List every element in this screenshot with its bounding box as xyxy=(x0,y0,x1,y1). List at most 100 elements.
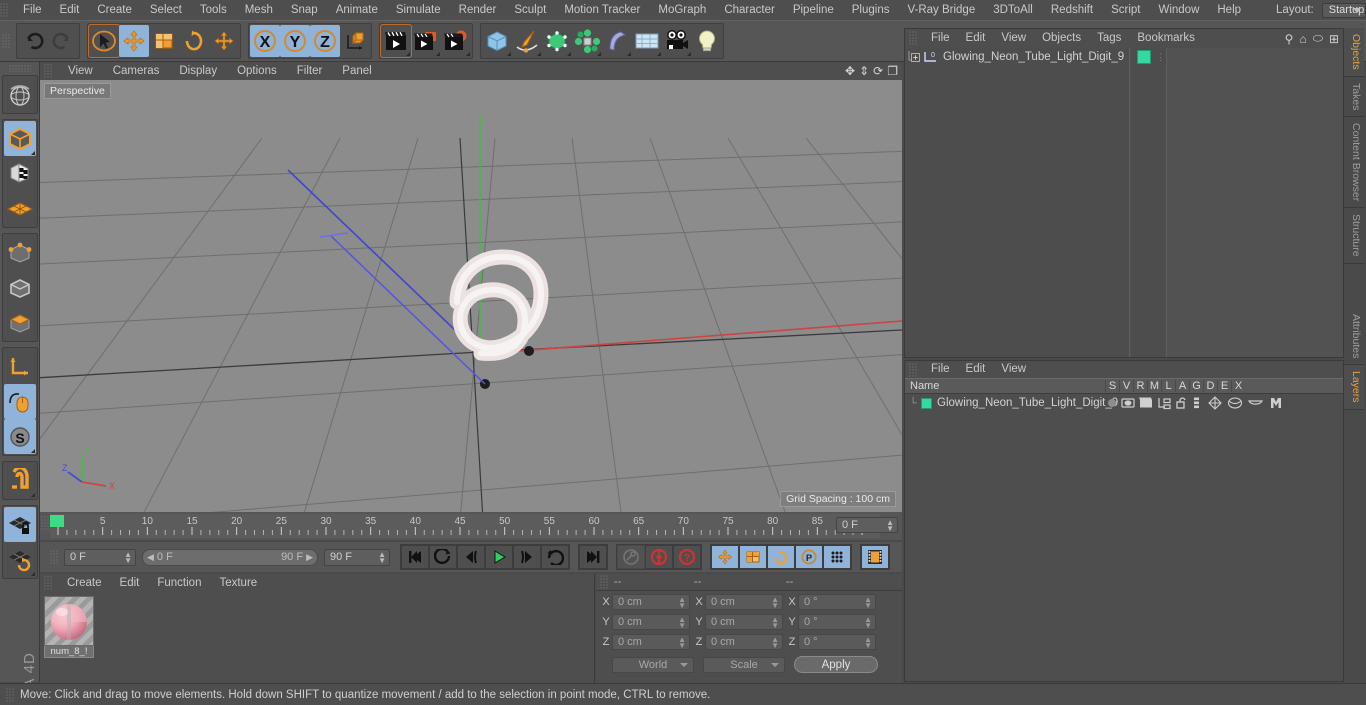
left-toolbar-grip[interactable] xyxy=(8,65,31,72)
frame-start-field[interactable]: 0 F ▲ ▼ xyxy=(64,548,136,566)
play-button[interactable] xyxy=(485,545,513,569)
world-object-axis-button[interactable] xyxy=(340,25,370,57)
coord-rotation-y-field[interactable]: 0 ° ▲ ▼ xyxy=(798,613,876,630)
layout-dropdown[interactable]: Startup xyxy=(1321,2,1366,18)
viewport-menu-options[interactable]: Options xyxy=(227,62,287,80)
menu-grip[interactable] xyxy=(0,3,9,17)
object-manager-grip[interactable] xyxy=(909,31,918,45)
menu-help[interactable]: Help xyxy=(1208,0,1250,20)
layers-col-x[interactable]: X xyxy=(1231,380,1245,392)
ellipse-icon[interactable]: ⬭ xyxy=(1313,31,1323,46)
viewport-solo-button[interactable] xyxy=(3,384,36,419)
spinner-icon[interactable]: ▲ ▼ xyxy=(864,615,872,629)
object-menu-objects[interactable]: Objects xyxy=(1034,29,1089,47)
coord-size-y-field[interactable]: 0 cm ▲ ▼ xyxy=(705,613,783,630)
coord-rotation-x-field[interactable]: 0 ° ▲ ▼ xyxy=(798,593,876,610)
menu-character[interactable]: Character xyxy=(715,0,784,20)
menu-tools[interactable]: Tools xyxy=(191,0,236,20)
object-menu-tags[interactable]: Tags xyxy=(1089,29,1129,47)
coord-position-x-field[interactable]: 0 cm ▲ ▼ xyxy=(612,593,690,610)
maximize-icon[interactable]: ❐ xyxy=(887,63,898,79)
layers-col-l[interactable]: L xyxy=(1161,380,1175,392)
menu-create[interactable]: Create xyxy=(88,0,141,20)
layers-grip[interactable] xyxy=(909,362,918,377)
spinner-icon[interactable]: ▲ ▼ xyxy=(378,550,386,564)
go-to-start-button[interactable] xyxy=(401,545,429,569)
go-to-end-button[interactable] xyxy=(579,545,607,569)
add-floor-button[interactable] xyxy=(632,25,662,57)
range-right-arrow-icon[interactable]: ▶ xyxy=(306,552,313,563)
timeline-ruler[interactable]: 051015202530354045505560657075808590 xyxy=(50,514,880,538)
layers-col-r[interactable]: R xyxy=(1133,380,1147,392)
layers-menu-view[interactable]: View xyxy=(993,361,1034,378)
viewport-menu-panel[interactable]: Panel xyxy=(332,62,381,80)
menu-motion-tracker[interactable]: Motion Tracker xyxy=(555,0,649,20)
point-mode-button[interactable] xyxy=(4,235,36,270)
spinner-icon[interactable]: ▲ ▼ xyxy=(678,595,686,609)
vtab-objects[interactable]: Objects xyxy=(1344,28,1364,77)
record-rotation-button[interactable] xyxy=(767,545,795,569)
spinner-icon[interactable]: ▲ ▼ xyxy=(771,595,779,609)
coordinates-grip[interactable] xyxy=(600,575,609,589)
viewport-grip[interactable] xyxy=(44,64,53,78)
menu-sculpt[interactable]: Sculpt xyxy=(505,0,555,20)
layers-col-a[interactable]: A xyxy=(1175,380,1189,392)
menu-plugins[interactable]: Plugins xyxy=(843,0,899,20)
vtab-content-browser[interactable]: Content Browser xyxy=(1344,117,1364,209)
menu-select[interactable]: Select xyxy=(141,0,191,20)
move-tool[interactable] xyxy=(119,25,149,57)
status-grip[interactable] xyxy=(6,687,15,702)
viewport-menu-display[interactable]: Display xyxy=(169,62,227,80)
render-settings-button[interactable] xyxy=(441,25,471,57)
layers-menu-file[interactable]: File xyxy=(923,361,958,378)
add-camera-button[interactable] xyxy=(662,25,692,57)
add-light-button[interactable] xyxy=(692,25,722,57)
render-view-button[interactable] xyxy=(380,24,412,58)
timeline-grip[interactable] xyxy=(41,516,50,530)
menu-3dtoall[interactable]: 3DToAll xyxy=(984,0,1042,20)
add-array-button[interactable] xyxy=(572,25,602,57)
undo-button[interactable] xyxy=(18,25,48,57)
layers-col-s[interactable]: S xyxy=(1105,380,1119,392)
spinner-icon[interactable]: ▲ ▼ xyxy=(678,615,686,629)
toolbar-grip[interactable] xyxy=(2,34,11,48)
frame-end-field[interactable]: 90 F ▲ ▼ xyxy=(324,548,390,566)
model-mode-button[interactable] xyxy=(3,121,36,156)
menu-edit[interactable]: Edit xyxy=(51,0,89,20)
spinner-icon[interactable]: ▲ ▼ xyxy=(771,615,779,629)
polygon-grid-mode-button[interactable] xyxy=(4,191,36,226)
menu-render[interactable]: Render xyxy=(450,0,506,20)
vtab-attributes[interactable]: Attributes xyxy=(1344,307,1364,366)
material-thumbnail[interactable] xyxy=(44,596,94,646)
record-pla-button[interactable] xyxy=(823,545,851,569)
polygon-mode-button[interactable] xyxy=(4,305,36,340)
record-position-button[interactable] xyxy=(711,545,739,569)
coord-rotation-z-field[interactable]: 0 ° ▲ ▼ xyxy=(798,633,876,650)
vtab-structure[interactable]: Structure xyxy=(1344,208,1364,264)
timeline-view-button[interactable] xyxy=(861,545,889,569)
vtab-takes[interactable]: Takes xyxy=(1344,76,1364,118)
menu-animate[interactable]: Animate xyxy=(327,0,387,20)
playback-range-bar[interactable]: ◀ 0 F 90 F ▶ xyxy=(142,548,318,566)
spinner-icon[interactable]: ▲ ▼ xyxy=(864,635,872,649)
rotate-tool[interactable] xyxy=(179,25,209,57)
coord-position-y-field[interactable]: 0 cm ▲ ▼ xyxy=(612,613,690,630)
redo-button[interactable] xyxy=(48,25,78,57)
layers-col-m[interactable]: M xyxy=(1147,380,1161,392)
object-menu-view[interactable]: View xyxy=(993,29,1034,47)
object-axis-button[interactable] xyxy=(4,349,36,384)
vtab-layers[interactable]: Layers xyxy=(1344,365,1364,410)
undo-view-button[interactable] xyxy=(4,77,36,112)
live-selection-tool[interactable] xyxy=(88,24,120,58)
step-forward-button[interactable] xyxy=(513,545,541,569)
layer-toggle-icons[interactable] xyxy=(1105,395,1315,411)
record-button[interactable] xyxy=(645,545,673,569)
menu-vray-bridge[interactable]: V-Ray Bridge xyxy=(898,0,984,20)
layer-row[interactable]: └ Glowing_Neon_Tube_Light_Digit_9 xyxy=(905,394,1343,412)
home-icon[interactable]: ⌂ xyxy=(1299,32,1306,46)
object-manager-body[interactable]: 0 Glowing_Neon_Tube_Light_Digit_9 ⋮ xyxy=(905,48,1343,357)
pan-icon[interactable]: ✥ xyxy=(845,63,855,79)
record-parameter-button[interactable]: P xyxy=(795,545,823,569)
viewport-menu-view[interactable]: View xyxy=(58,62,103,80)
transport-grip[interactable] xyxy=(50,550,59,564)
